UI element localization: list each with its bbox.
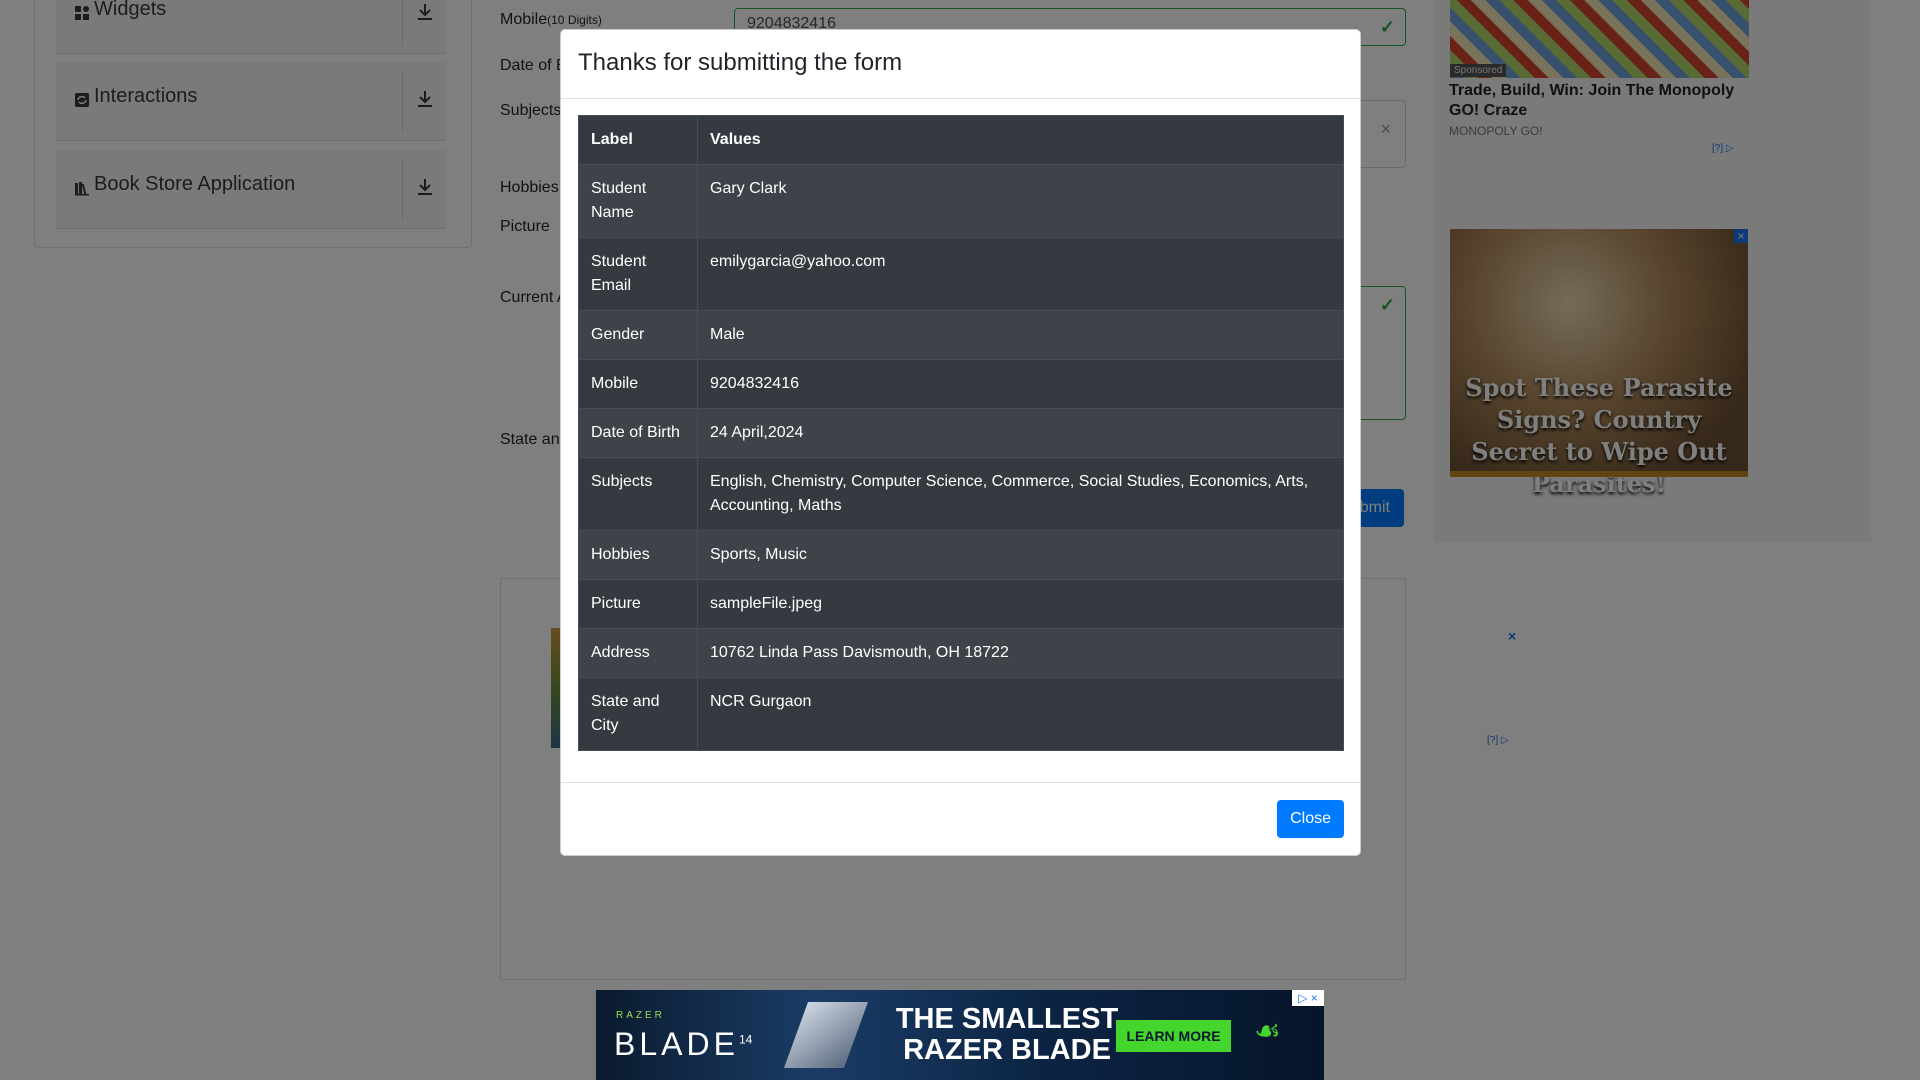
submission-modal: Thanks for submitting the form Label Val… — [560, 29, 1361, 856]
banner-headline: THE SMALLEST RAZER BLADE — [895, 1003, 1119, 1066]
row-value: emilygarcia@yahoo.com — [697, 237, 1344, 311]
row-value: Gary Clark — [697, 164, 1344, 238]
header-label: Label — [578, 115, 698, 165]
modal-title: Thanks for submitting the form — [578, 49, 903, 76]
table-row: Date of Birth 24 April,2024 — [578, 408, 1344, 458]
close-button[interactable]: Close — [1277, 800, 1344, 838]
header-values: Values — [697, 115, 1344, 165]
row-label: Student Email — [578, 237, 698, 311]
row-label: Hobbies — [578, 530, 698, 580]
table-header-row: Label Values — [578, 115, 1344, 165]
close-ad-icon[interactable]: ▷ × — [1292, 990, 1324, 1006]
row-label: Subjects — [578, 457, 698, 531]
banner-brand: RAZER — [616, 1010, 665, 1021]
table-row: Picture sampleFile.jpeg — [578, 579, 1344, 629]
table-row: Address 10762 Linda Pass Davismouth, OH 1… — [578, 628, 1344, 678]
learn-more-button[interactable]: LEARN MORE — [1116, 1020, 1231, 1052]
results-table: Label Values Student Name Gary Clark Stud… — [578, 115, 1344, 751]
table-row: Mobile 9204832416 — [578, 359, 1344, 409]
table-row: Hobbies Sports, Music — [578, 530, 1344, 580]
row-label: Gender — [578, 310, 698, 360]
row-value: NCR Gurgaon — [697, 677, 1344, 751]
row-label: Picture — [578, 579, 698, 629]
row-label: Student Name — [578, 164, 698, 238]
razer-banner-ad[interactable]: RAZER BLADE14 THE SMALLEST RAZER BLADE L… — [596, 990, 1324, 1080]
row-value: 10762 Linda Pass Davismouth, OH 18722 — [697, 628, 1344, 678]
modal-header: Thanks for submitting the form — [561, 30, 1360, 99]
row-value: 9204832416 — [697, 359, 1344, 409]
table-row: Gender Male — [578, 310, 1344, 360]
row-label: Address — [578, 628, 698, 678]
row-value: 24 April,2024 — [697, 408, 1344, 458]
modal-footer: Close — [561, 782, 1360, 855]
table-row: Subjects English, Chemistry, Computer Sci… — [578, 457, 1344, 531]
row-value: Sports, Music — [697, 530, 1344, 580]
table-row: Student Email emilygarcia@yahoo.com — [578, 237, 1344, 311]
laptop-image — [783, 1002, 869, 1068]
razer-logo-icon: ☙ — [1254, 1015, 1281, 1048]
banner-product: BLADE14 — [614, 1026, 753, 1062]
row-value: sampleFile.jpeg — [697, 579, 1344, 629]
row-value: Male — [697, 310, 1344, 360]
row-label: Date of Birth — [578, 408, 698, 458]
row-label: State and City — [578, 677, 698, 751]
modal-body: Label Values Student Name Gary Clark Stud… — [578, 115, 1344, 751]
table-row: State and City NCR Gurgaon — [578, 677, 1344, 751]
row-value: English, Chemistry, Computer Science, Co… — [697, 457, 1344, 531]
row-label: Mobile — [578, 359, 698, 409]
table-row: Student Name Gary Clark — [578, 164, 1344, 238]
